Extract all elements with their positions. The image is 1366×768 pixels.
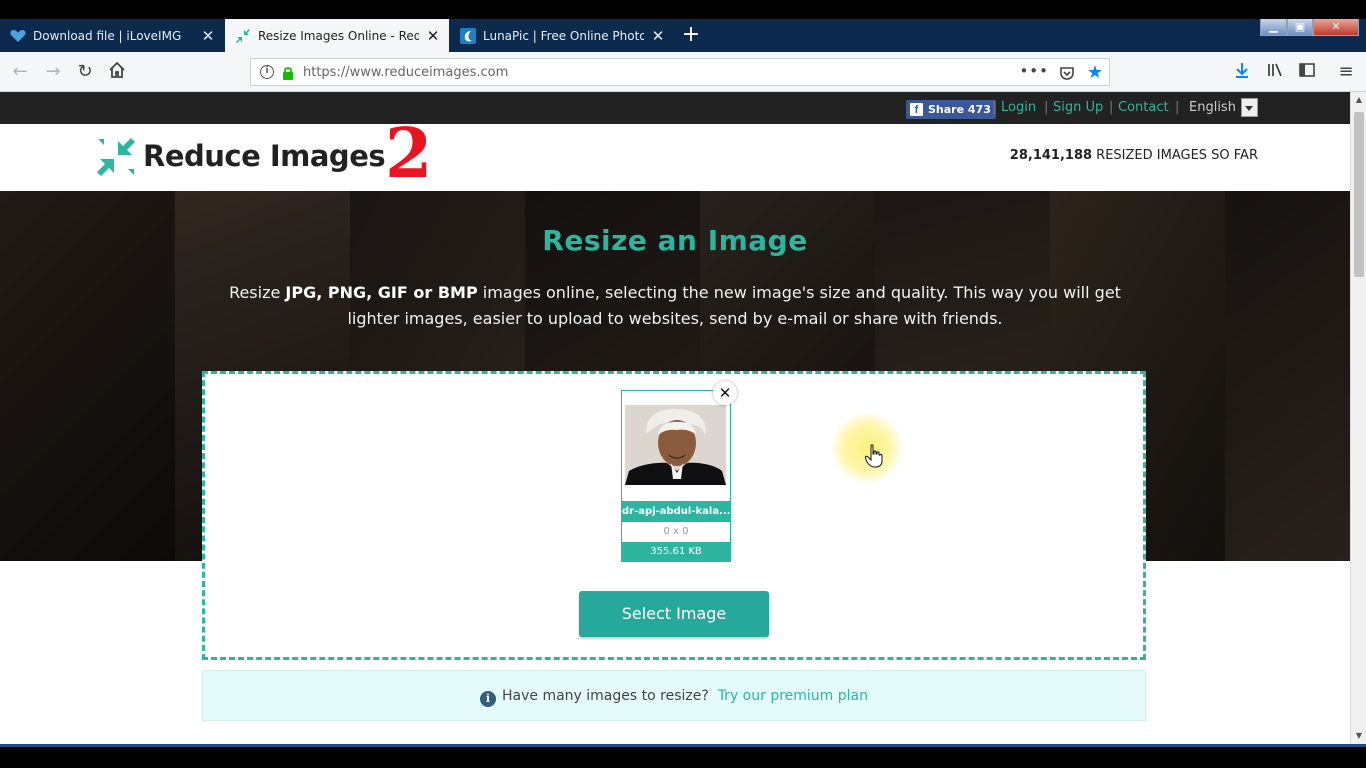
scroll-down-icon[interactable]: ▼ bbox=[1351, 728, 1366, 744]
remove-image-button[interactable]: ✕ bbox=[713, 381, 737, 405]
star-icon[interactable]: ★ bbox=[1087, 62, 1103, 83]
url-text: https://www.reduceimages.com bbox=[303, 65, 509, 80]
url-bar[interactable]: i https://www.reduceimages.com ••• ★ bbox=[250, 58, 1110, 86]
screen-bottom-border bbox=[0, 744, 1366, 768]
tab-close-icon[interactable]: ✕ bbox=[425, 27, 441, 45]
screen-top-border bbox=[0, 0, 1366, 19]
arrow-right-icon[interactable]: → bbox=[42, 61, 64, 83]
scrollbar-thumb[interactable] bbox=[1354, 112, 1364, 277]
info-icon[interactable]: i bbox=[260, 65, 274, 79]
chevron-down-icon[interactable] bbox=[1241, 98, 1258, 117]
image-thumbnail bbox=[625, 405, 726, 485]
info-icon: i bbox=[480, 691, 496, 707]
site-header: Reduce Images 2 28,141,188 RESIZED IMAGE… bbox=[0, 120, 1350, 191]
reduce-images-logo-icon[interactable] bbox=[94, 135, 138, 179]
reload-icon[interactable]: ↻ bbox=[74, 61, 96, 83]
counter-value: 28,141,188 bbox=[1009, 148, 1093, 163]
browser-tab-bar: Download file | iLoveIMG ✕ Resize Images… bbox=[0, 0, 1366, 52]
facebook-icon: f bbox=[910, 103, 923, 116]
top-utility-bar: f Share 473 | Login | Sign Up | Contact … bbox=[0, 92, 1350, 124]
taskbar-edge bbox=[0, 744, 1366, 747]
lock-icon[interactable] bbox=[282, 65, 294, 80]
tab-title: Resize Images Online - Reduce bbox=[258, 28, 419, 43]
minimize-button[interactable]: ▁ bbox=[1260, 19, 1287, 36]
page-title: Resize an Image bbox=[542, 224, 808, 257]
reduce-images-logo-icon bbox=[235, 28, 251, 44]
separator: | bbox=[1175, 100, 1180, 115]
facebook-share-button[interactable]: f Share 473 bbox=[906, 100, 996, 119]
contact-link[interactable]: Contact bbox=[1118, 100, 1169, 115]
heart-icon bbox=[10, 28, 26, 44]
arrow-left-icon[interactable]: ← bbox=[9, 61, 31, 83]
web-page: f Share 473 | Login | Sign Up | Contact … bbox=[0, 92, 1350, 744]
hand-cursor-icon bbox=[864, 444, 883, 468]
resized-counter: 28,141,188 RESIZED IMAGES SO FAR bbox=[1010, 148, 1258, 163]
sidebar-icon[interactable] bbox=[1296, 61, 1318, 83]
desc-formats: JPG, PNG, GIF or BMP bbox=[285, 283, 478, 302]
image-dimensions: 0 x 0 bbox=[663, 526, 689, 537]
home-icon[interactable] bbox=[106, 61, 128, 83]
maximize-button[interactable]: ▣ bbox=[1287, 19, 1313, 36]
language-select[interactable]: English bbox=[1189, 100, 1236, 115]
counter-label: RESIZED IMAGES SO FAR bbox=[1092, 148, 1258, 163]
window-close-button[interactable]: ✕ bbox=[1313, 19, 1359, 36]
premium-plan-link[interactable]: Try our premium plan bbox=[718, 688, 868, 704]
tab-title: Download file | iLoveIMG bbox=[33, 28, 182, 43]
scroll-up-icon[interactable]: ▲ bbox=[1351, 92, 1366, 108]
new-tab-button[interactable]: + bbox=[678, 22, 704, 48]
logo-text[interactable]: Reduce Images bbox=[143, 139, 386, 173]
moon-icon bbox=[460, 27, 476, 44]
screen: Download file | iLoveIMG ✕ Resize Images… bbox=[0, 0, 1366, 768]
signup-link[interactable]: Sign Up bbox=[1053, 100, 1103, 115]
tab-close-icon[interactable]: ✕ bbox=[200, 27, 216, 45]
page-scrollbar[interactable]: ▲ ▼ bbox=[1350, 92, 1366, 744]
file-size: 355.61 KB bbox=[622, 542, 730, 561]
tab-ilovimg[interactable]: Download file | iLoveIMG ✕ bbox=[0, 19, 224, 52]
login-link[interactable]: Login bbox=[1001, 100, 1036, 115]
download-icon[interactable] bbox=[1231, 61, 1253, 83]
separator: | bbox=[1109, 100, 1114, 115]
notice-text: Have many images to resize? bbox=[502, 688, 709, 704]
select-image-button[interactable]: Select Image bbox=[579, 591, 769, 637]
page-actions-button[interactable]: ••• bbox=[1019, 62, 1049, 80]
file-name: dr-apj-abdul-kala... bbox=[622, 501, 730, 522]
tab-reduceimages[interactable]: Resize Images Online - Reduce ✕ bbox=[225, 19, 449, 52]
separator: | bbox=[992, 100, 997, 115]
share-count: 473 bbox=[967, 103, 991, 116]
tab-lunapic[interactable]: LunaPic | Free Online Photo Ed ✕ bbox=[450, 19, 674, 52]
pocket-icon[interactable] bbox=[1059, 65, 1075, 85]
tab-title: LunaPic | Free Online Photo Ed bbox=[483, 28, 644, 43]
library-icon[interactable] bbox=[1264, 61, 1286, 83]
desc-prefix: Resize bbox=[229, 283, 286, 302]
uploaded-image-card[interactable]: dr-apj-abdul-kala... 0 x 0 355.61 KB bbox=[621, 390, 731, 562]
separator: | bbox=[1044, 100, 1049, 115]
share-label: Share bbox=[928, 103, 965, 116]
hero-description: Resize JPG, PNG, GIF or BMP images onlin… bbox=[210, 280, 1140, 332]
premium-notice: i Have many images to resize? Try our pre… bbox=[202, 670, 1146, 721]
hamburger-icon[interactable]: ≡ bbox=[1335, 61, 1357, 83]
tab-close-icon[interactable]: ✕ bbox=[650, 27, 666, 45]
annotation-number: 2 bbox=[385, 114, 433, 194]
upload-dropzone[interactable]: dr-apj-abdul-kala... 0 x 0 355.61 KB ✕ S… bbox=[202, 371, 1146, 660]
